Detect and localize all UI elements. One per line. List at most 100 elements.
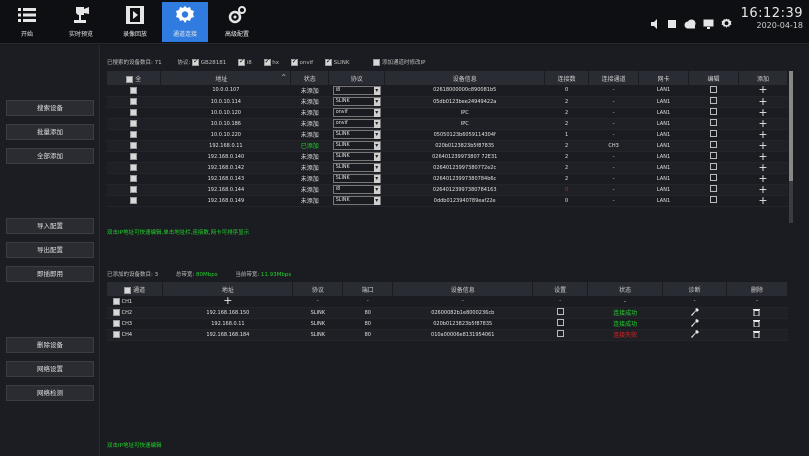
edit-icon[interactable] xyxy=(688,96,739,108)
row-protocol-select[interactable]: SLINK xyxy=(328,151,385,163)
row-protocol-select[interactable]: SLINK xyxy=(328,140,385,152)
trash-icon[interactable] xyxy=(726,318,788,330)
search-row[interactable]: 192.168.0.149未添加SLINK0ddb0123940789eaf22… xyxy=(107,195,788,207)
modify-ip-checkbox[interactable] xyxy=(373,59,381,66)
settings-edit-icon[interactable] xyxy=(532,307,588,319)
nic-header[interactable]: 网卡 xyxy=(638,71,690,85)
row-address[interactable]: 192.168.0.140 xyxy=(160,151,291,163)
address-header[interactable]: 地址 ^ xyxy=(160,71,292,85)
added-row[interactable]: CH4 192.168.168.184 SLINK 80 010a00006e81319… xyxy=(107,329,788,341)
search-row[interactable]: 10.0.10.114未添加SLINK05db0123bee24949422a2… xyxy=(107,96,788,108)
search-row[interactable]: 10.0.0.107未添加i802618000000c890081b50-LAN… xyxy=(107,84,788,97)
row-select-checkbox[interactable] xyxy=(107,107,161,119)
settings-edit-icon[interactable] xyxy=(532,318,588,330)
row-select-checkbox[interactable] xyxy=(107,96,161,108)
row-select-checkbox[interactable] xyxy=(107,173,161,185)
row-address[interactable]: 10.0.10.114 xyxy=(160,96,291,108)
protocol-i8-checkbox[interactable] xyxy=(238,57,246,66)
edit-icon[interactable] xyxy=(688,85,739,97)
edit-icon[interactable] xyxy=(688,162,739,174)
edit-icon[interactable] xyxy=(688,173,739,185)
search-table-scrollbar[interactable] xyxy=(789,71,793,223)
search-row[interactable]: 192.168.0.11已添加SLINK020b0123823b5f878352… xyxy=(107,140,788,152)
add-icon[interactable]: + xyxy=(738,195,788,207)
nav-live-view[interactable]: 实时预览 xyxy=(58,2,104,42)
wrench-icon[interactable] xyxy=(662,329,727,341)
row-protocol-select[interactable]: SLINK xyxy=(328,173,385,185)
search-row[interactable]: 192.168.0.144未添加i8026401239973807841630-… xyxy=(107,184,788,196)
protocol-slink-checkbox[interactable] xyxy=(324,57,332,66)
row-address[interactable]: 10.0.10.186 xyxy=(160,118,291,130)
row-address[interactable]: 192.168.0.142 xyxy=(160,162,291,174)
nav-channel-connect[interactable]: 通道连接 xyxy=(162,2,208,42)
search-row[interactable]: 192.168.0.142未添加SLINK02640123997380772e2… xyxy=(107,162,788,174)
row-protocol-select[interactable]: i8 xyxy=(328,184,385,196)
search-row[interactable]: 10.0.10.220未添加SLINK05050123b6059114304f1… xyxy=(107,129,788,141)
protocol-hx-checkbox[interactable] xyxy=(263,57,271,66)
search-row[interactable]: 192.168.0.143未添加SLINK02640123997380784b6… xyxy=(107,173,788,185)
row-select-checkbox[interactable] xyxy=(107,129,161,141)
row-protocol-select[interactable]: onvif xyxy=(328,107,385,119)
row-select-checkbox[interactable] xyxy=(107,162,161,174)
row-select-checkbox[interactable] xyxy=(107,195,161,207)
search-row[interactable]: 10.0.10.120未添加onvifIPC2-LAN1+ xyxy=(107,107,788,119)
protocol-gb28181-checkbox[interactable] xyxy=(191,57,199,66)
added-row[interactable]: CH3 192.168.0.11 SLINK 80 020b0123823b5f8783… xyxy=(107,318,788,330)
edit-icon[interactable] xyxy=(688,140,739,152)
edit-icon[interactable] xyxy=(688,151,739,163)
row-address[interactable]: 10.0.10.220 xyxy=(160,129,291,141)
monitor-icon[interactable] xyxy=(703,14,714,33)
channel-header[interactable]: 通道 xyxy=(107,282,164,296)
connections-header[interactable]: 连接数 xyxy=(544,71,590,85)
add-channel-icon[interactable]: + xyxy=(162,295,293,308)
row-select-checkbox[interactable] xyxy=(107,140,161,152)
channel-cell[interactable]: CH2 xyxy=(107,307,163,319)
row-address[interactable]: 192.168.0.11 xyxy=(160,140,291,152)
edit-icon[interactable] xyxy=(688,107,739,119)
record-icon[interactable] xyxy=(667,14,677,33)
delete-device-button[interactable]: 删除设备 xyxy=(6,337,94,353)
row-address[interactable]: 192.168.0.143 xyxy=(160,173,291,185)
edit-icon[interactable] xyxy=(688,129,739,141)
added-row-address[interactable]: 192.168.168.150 xyxy=(162,307,293,319)
row-protocol-select[interactable]: onvif xyxy=(328,118,385,130)
network-test-button[interactable]: 网络检测 xyxy=(6,385,94,401)
edit-icon[interactable] xyxy=(688,195,739,207)
row-protocol-select[interactable]: SLINK xyxy=(328,195,385,207)
added-row[interactable]: CH1 + - - - - - - - xyxy=(107,295,788,308)
row-protocol-select[interactable]: SLINK xyxy=(328,96,385,108)
wrench-icon[interactable] xyxy=(662,318,727,330)
added-row-address[interactable]: 192.168.168.184 xyxy=(162,329,293,341)
network-settings-button[interactable]: 网络设置 xyxy=(6,361,94,377)
nav-playback[interactable]: 录像回放 xyxy=(112,2,158,42)
added-row[interactable]: CH2 192.168.168.150 SLINK 80 02600082b1e8000… xyxy=(107,307,788,319)
trash-icon[interactable] xyxy=(726,307,788,319)
row-protocol-select[interactable]: SLINK xyxy=(328,162,385,174)
export-config-button[interactable]: 导出配置 xyxy=(6,242,94,258)
row-protocol-select[interactable]: i8 xyxy=(328,85,385,97)
select-all-header[interactable]: 全 xyxy=(107,71,162,85)
row-protocol-select[interactable]: SLINK xyxy=(328,129,385,141)
edit-icon[interactable] xyxy=(688,118,739,130)
nav-start[interactable]: 开始 xyxy=(4,2,50,42)
search-row[interactable]: 10.0.10.186未添加onvifIPC2-LAN1+ xyxy=(107,118,788,130)
channel-cell[interactable]: CH4 xyxy=(107,329,163,341)
row-address[interactable]: 10.0.0.107 xyxy=(160,85,291,97)
cloud-icon[interactable] xyxy=(684,14,696,33)
wrench-icon[interactable] xyxy=(662,307,727,319)
add-all-button[interactable]: 全部添加 xyxy=(6,148,94,164)
trash-icon[interactable] xyxy=(726,329,788,341)
row-address[interactable]: 10.0.10.120 xyxy=(160,107,291,119)
row-select-checkbox[interactable] xyxy=(107,151,161,163)
search-devices-button[interactable]: 搜索设备 xyxy=(6,100,94,116)
row-address[interactable]: 192.168.0.149 xyxy=(160,195,291,207)
protocol-onvif-checkbox[interactable] xyxy=(290,57,298,66)
edit-icon[interactable] xyxy=(688,184,739,196)
nav-advanced-config[interactable]: 高级配置 xyxy=(214,2,260,42)
row-address[interactable]: 192.168.0.144 xyxy=(160,184,291,196)
speaker-icon[interactable] xyxy=(650,14,660,33)
settings-edit-icon[interactable] xyxy=(532,329,588,341)
added-row-address[interactable]: 192.168.0.11 xyxy=(162,318,293,330)
channel-cell[interactable]: CH3 xyxy=(107,318,163,330)
plug-and-play-button[interactable]: 即插即用 xyxy=(6,266,94,282)
